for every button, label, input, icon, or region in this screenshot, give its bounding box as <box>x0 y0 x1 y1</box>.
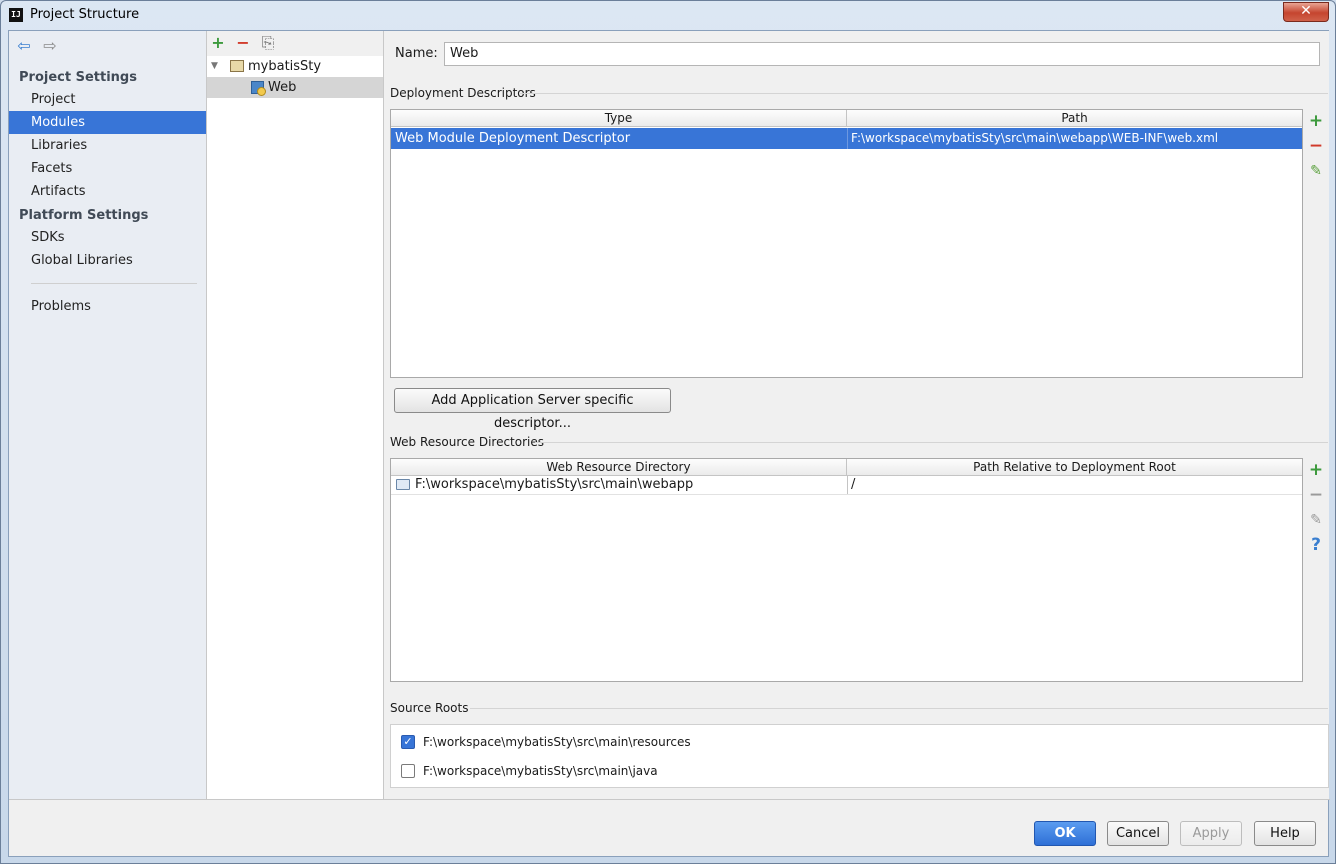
section-divider <box>535 442 1328 443</box>
sidebar-item-project[interactable]: Project <box>9 88 206 111</box>
remove-icon[interactable]: − <box>1307 137 1325 155</box>
tree-node-web[interactable]: Web <box>207 77 383 98</box>
deployment-descriptors-title: Deployment Descriptors <box>390 86 536 100</box>
table-row[interactable]: Web Module Deployment Descriptor F:\work… <box>391 128 1302 149</box>
tree-node-label: Web <box>268 80 297 95</box>
column-divider <box>847 128 848 149</box>
add-server-descriptor-button[interactable]: Add Application Server specific descript… <box>394 388 671 431</box>
name-label: Name: <box>395 46 438 61</box>
sidebar-item-problems[interactable]: Problems <box>9 295 206 318</box>
tree-toolbar: + − ⎘ <box>207 31 383 56</box>
add-icon[interactable]: + <box>1307 461 1325 479</box>
relative-path-cell: / <box>851 477 856 492</box>
module-folder-icon <box>230 60 244 72</box>
help-icon[interactable]: ? <box>1307 536 1325 554</box>
tree-node-mybatissty[interactable]: ▼ mybatisSty <box>207 56 383 77</box>
forward-arrow-icon[interactable]: ⇨ <box>41 37 59 55</box>
edit-pencil-icon[interactable]: ✎ <box>1307 511 1325 529</box>
name-input[interactable]: Web <box>444 42 1320 66</box>
cancel-button[interactable]: Cancel <box>1107 821 1169 846</box>
ok-button[interactable]: OK <box>1034 821 1096 846</box>
module-tree-panel: + − ⎘ ▼ mybatisSty Web <box>207 31 384 799</box>
source-root-path: F:\workspace\mybatisSty\src\main\java <box>423 764 658 778</box>
descriptor-type-cell: Web Module Deployment Descriptor <box>395 131 631 146</box>
close-button[interactable]: ✕ <box>1283 2 1329 22</box>
sidebar-item-artifacts[interactable]: Artifacts <box>9 180 206 203</box>
source-roots-title: Source Roots <box>390 701 469 715</box>
column-header-type[interactable]: Type <box>391 110 847 127</box>
section-divider <box>470 708 1328 709</box>
project-structure-window: IJ Project Structure ✕ ⇦ ⇨ Project Setti… <box>0 0 1336 864</box>
add-icon[interactable]: + <box>1307 112 1325 130</box>
checkbox-unchecked[interactable] <box>401 764 415 778</box>
expand-triangle-icon[interactable]: ▼ <box>211 56 218 77</box>
deployment-side-toolbar: + − ✎ <box>1304 109 1328 378</box>
back-arrow-icon[interactable]: ⇦ <box>15 37 33 55</box>
tree-node-label: mybatisSty <box>248 59 322 74</box>
web-resource-side-toolbar: + − ✎ ? <box>1304 458 1328 682</box>
web-resource-table: Web Resource Directory Path Relative to … <box>390 458 1303 682</box>
add-icon[interactable]: + <box>209 34 227 52</box>
sidebar-item-facets[interactable]: Facets <box>9 157 206 180</box>
column-header-path[interactable]: Path <box>847 110 1302 127</box>
web-facet-icon <box>251 81 266 96</box>
sidebar-separator <box>31 283 197 284</box>
copy-icon[interactable]: ⎘ <box>259 34 277 52</box>
platform-settings-header: Platform Settings <box>19 208 149 223</box>
project-settings-header: Project Settings <box>19 70 137 85</box>
source-roots-list: ✓ F:\workspace\mybatisSty\src\main\resou… <box>390 724 1329 788</box>
table-header: Web Resource Directory Path Relative to … <box>391 459 1302 476</box>
footer-separator <box>9 799 1330 800</box>
edit-pencil-icon[interactable]: ✎ <box>1307 162 1325 180</box>
row-divider <box>391 494 1302 495</box>
web-resource-directory-cell: F:\workspace\mybatisSty\src\main\webapp <box>415 477 694 492</box>
section-divider <box>520 93 1328 94</box>
sidebar-item-sdks[interactable]: SDKs <box>9 226 206 249</box>
sidebar-item-libraries[interactable]: Libraries <box>9 134 206 157</box>
column-divider <box>847 476 848 494</box>
settings-sidebar: ⇦ ⇨ Project Settings Project Modules Lib… <box>9 31 207 799</box>
dialog-client-area: ⇦ ⇨ Project Settings Project Modules Lib… <box>8 30 1330 857</box>
sidebar-item-global-libraries[interactable]: Global Libraries <box>9 249 206 272</box>
source-root-path: F:\workspace\mybatisSty\src\main\resourc… <box>423 735 691 749</box>
help-button[interactable]: Help <box>1254 821 1316 846</box>
table-row[interactable]: F:\workspace\mybatisSty\src\main\webapp … <box>391 476 1302 494</box>
sidebar-item-modules[interactable]: Modules <box>9 111 206 134</box>
descriptor-path-cell: F:\workspace\mybatisSty\src\main\webapp\… <box>851 131 1219 145</box>
web-facet-settings: Name: Web Deployment Descriptors Type Pa… <box>385 31 1329 799</box>
column-header-relative-path[interactable]: Path Relative to Deployment Root <box>847 459 1302 476</box>
remove-icon[interactable]: − <box>1307 486 1325 504</box>
remove-icon[interactable]: − <box>234 34 252 52</box>
column-header-web-resource-directory[interactable]: Web Resource Directory <box>391 459 847 476</box>
web-resource-directories-title: Web Resource Directories <box>390 435 544 449</box>
table-header: Type Path <box>391 110 1302 127</box>
apply-button[interactable]: Apply <box>1180 821 1242 846</box>
window-title: Project Structure <box>30 7 140 22</box>
intellij-app-icon: IJ <box>9 8 23 22</box>
web-folder-icon <box>396 479 410 490</box>
checkbox-checked[interactable]: ✓ <box>401 735 415 749</box>
deployment-descriptors-table: Type Path Web Module Deployment Descript… <box>390 109 1303 378</box>
title-bar[interactable]: IJ Project Structure ✕ <box>1 1 1335 30</box>
